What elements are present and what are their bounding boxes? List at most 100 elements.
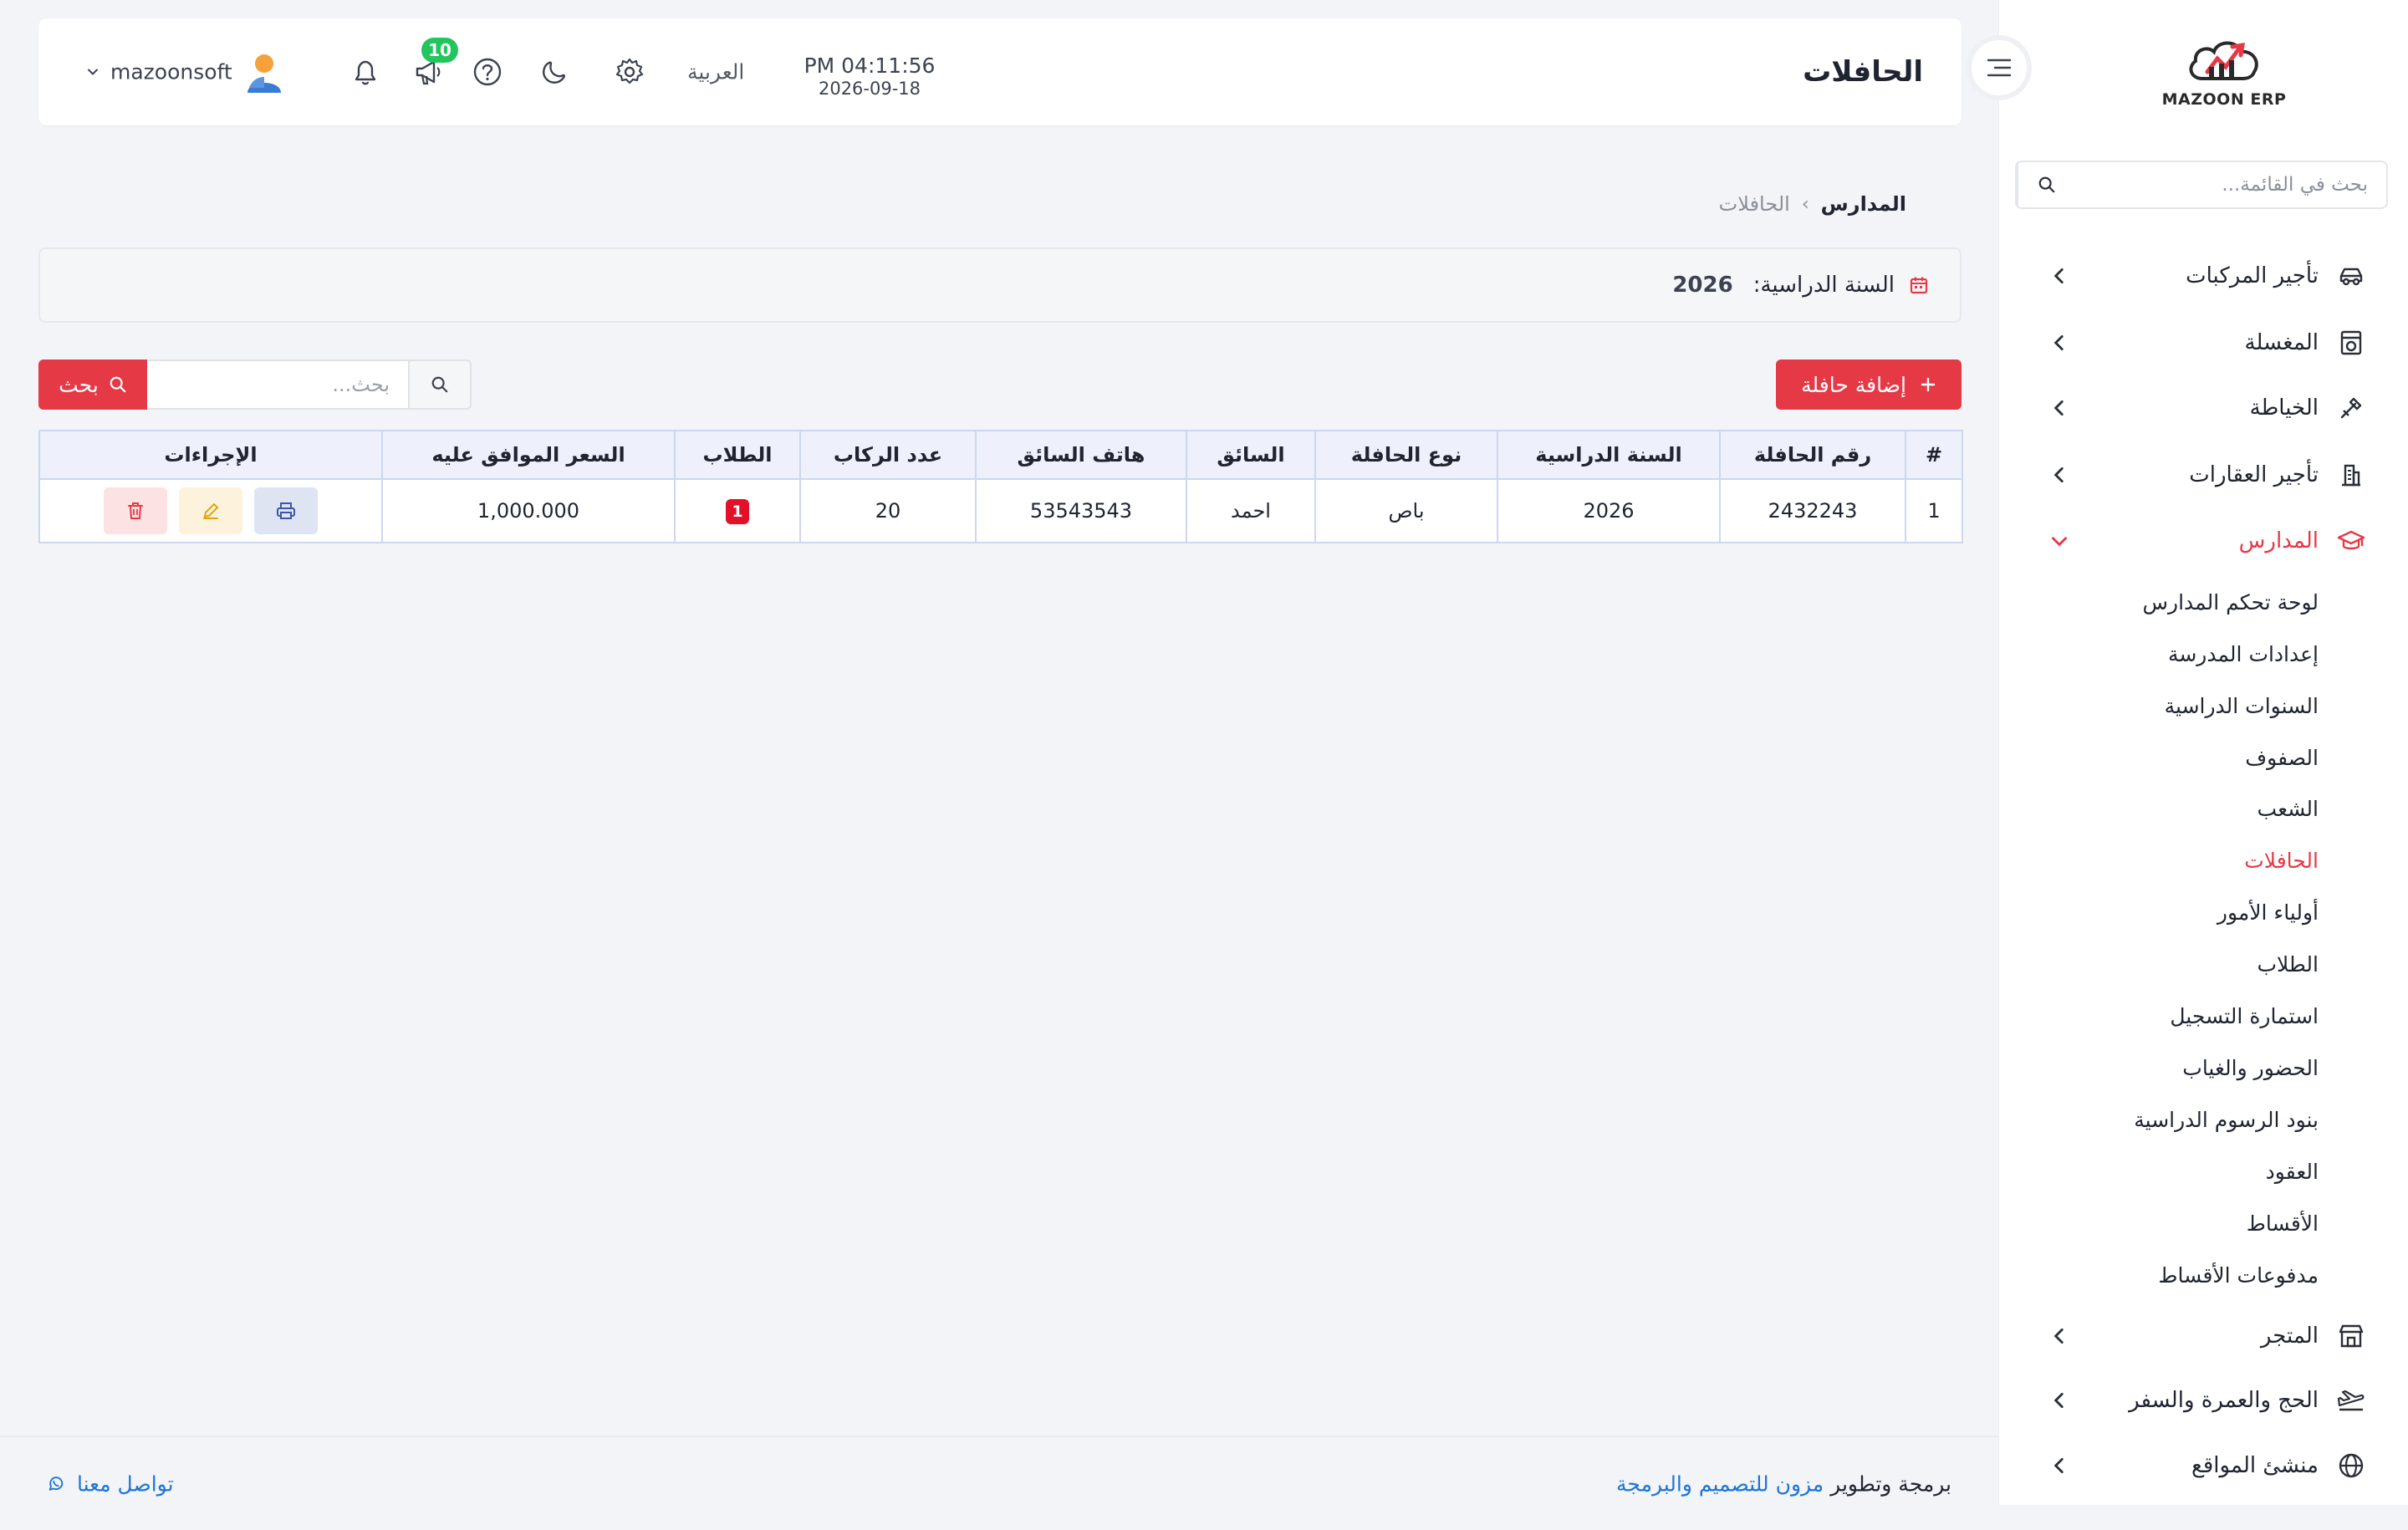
table-search-input[interactable]: [147, 360, 408, 410]
column-header[interactable]: الطلاب: [674, 430, 801, 480]
language-switcher[interactable]: العربية: [687, 60, 744, 84]
sidebar-item-sewing[interactable]: الخياطة: [1998, 383, 2408, 433]
search-icon: [110, 376, 126, 393]
submenu-contracts[interactable]: العقود: [2266, 1153, 2319, 1190]
print-button[interactable]: [254, 487, 318, 534]
store-icon: [2336, 1321, 2366, 1351]
table-row: 1 2432243 2026 باص احمد 53543543 20 1 1,…: [38, 478, 1963, 543]
delete-button[interactable]: [104, 487, 167, 534]
sidebar-item-label: تأجير المركبات: [2186, 263, 2319, 288]
submenu-sections[interactable]: الشعب: [2258, 790, 2319, 827]
table-header-row: # رقم الحافلة السنة الدراسية نوع الحافلة…: [38, 430, 1963, 480]
trash-icon: [128, 502, 143, 519]
user-menu[interactable]: mazoonsoft: [87, 60, 232, 84]
notification-count-badge: 10: [421, 38, 458, 63]
submenu-academic-years[interactable]: السنوات الدراسية: [2165, 687, 2319, 724]
cell-approved-price: 1,000.000: [381, 478, 676, 543]
sidebar-search-input[interactable]: [2075, 162, 2386, 207]
whatsapp-icon: [48, 1476, 64, 1491]
submenu-students[interactable]: الطلاب: [2257, 946, 2319, 982]
clock-date: 2026-09-18: [818, 79, 921, 99]
sidebar-item-property-rental[interactable]: تأجير العقارات: [1998, 450, 2408, 500]
graduation-cap-icon: [2336, 526, 2366, 556]
column-header: #: [1905, 430, 1963, 480]
settings-gear-icon[interactable]: [612, 54, 647, 89]
brand-logo[interactable]: MAZOON ERP: [2149, 33, 2299, 117]
chevron-left-icon: [2053, 467, 2064, 482]
sidebar-item-label: الحج والعمرة والسفر: [2129, 1388, 2319, 1413]
academic-year-label: السنة الدراسية:: [1752, 273, 1895, 298]
column-header[interactable]: هاتف السائق: [975, 430, 1187, 480]
sidebar-item-store[interactable]: المتجر: [1998, 1311, 2408, 1361]
sidebar-item-website-builder[interactable]: منشئ المواقع: [1998, 1441, 2408, 1491]
announcements-megaphone-icon[interactable]: 10: [411, 38, 458, 89]
sidebar-item-hajj-travel[interactable]: الحج والعمرة والسفر: [1998, 1375, 2408, 1425]
search-icon[interactable]: [2017, 162, 2075, 207]
footer: برمجة وتطوير مزون للتصميم والبرمجة تواصل…: [0, 1436, 1998, 1530]
car-icon: [2336, 261, 2366, 291]
table-search: بحث: [38, 360, 472, 410]
chevron-left-icon: [2053, 1329, 2064, 1344]
sidebar-item-label: منشئ المواقع: [2191, 1453, 2319, 1478]
cell-academic-year: 2026: [1497, 478, 1721, 543]
search-button[interactable]: بحث: [38, 360, 147, 410]
breadcrumb-separator: ›: [1801, 193, 1809, 215]
column-header[interactable]: نوع الحافلة: [1314, 430, 1498, 480]
column-header[interactable]: عدد الركاب: [799, 430, 977, 480]
contact-us-link[interactable]: تواصل معنا: [47, 1471, 174, 1496]
dark-mode-moon-icon[interactable]: [537, 54, 572, 89]
chevron-left-icon: [2053, 400, 2064, 416]
cell-index: 1: [1905, 478, 1963, 543]
contact-label: تواصل معنا: [77, 1471, 174, 1496]
globe-icon: [2336, 1451, 2366, 1481]
page-title: الحافلات: [1803, 55, 1923, 89]
sidebar-item-label: المتجر: [2260, 1323, 2319, 1349]
pencil-icon: [203, 503, 218, 519]
user-avatar[interactable]: [242, 49, 286, 94]
submenu-attendance[interactable]: الحضور والغياب: [2182, 1049, 2319, 1086]
submenu-buses[interactable]: الحافلات: [2244, 842, 2319, 879]
sidebar-item-laundry[interactable]: المغسلة: [1998, 318, 2408, 368]
students-count-badge[interactable]: 1: [726, 498, 749, 524]
add-bus-label: إضافة حافلة: [1801, 372, 1906, 397]
sidebar-item-vehicle-rental[interactable]: تأجير المركبات: [1998, 251, 2408, 301]
column-header[interactable]: السائق: [1186, 430, 1316, 480]
sidebar-toggle-button[interactable]: [1967, 35, 2032, 100]
submenu-tuition-items[interactable]: بنود الرسوم الدراسية: [2134, 1101, 2319, 1138]
notifications-bell-icon[interactable]: [348, 54, 383, 89]
submenu-registration-form[interactable]: استمارة التسجيل: [2170, 997, 2319, 1034]
column-header[interactable]: السنة الدراسية: [1497, 430, 1721, 480]
breadcrumb-current: الحافلات: [1718, 192, 1790, 216]
laundry-icon: [2336, 328, 2366, 358]
add-bus-button[interactable]: إضافة حافلة: [1776, 360, 1962, 410]
credit-link[interactable]: مزون للتصميم والبرمجة: [1616, 1471, 1824, 1496]
printer-icon: [277, 502, 295, 519]
submenu-installments[interactable]: الأقساط: [2247, 1205, 2319, 1242]
sidebar-search: [2015, 161, 2388, 209]
chevron-left-icon: [2053, 1458, 2064, 1473]
plane-icon: [2336, 1385, 2366, 1415]
cell-bus-type: باص: [1314, 478, 1498, 543]
breadcrumb-schools[interactable]: المدارس: [1821, 192, 1906, 216]
sidebar: MAZOON ERP تأجير المركبات المغسلة الخياط…: [1998, 0, 2408, 1505]
cell-students: 1: [674, 478, 801, 543]
plus-icon: [1921, 377, 1936, 392]
help-icon[interactable]: [470, 54, 505, 89]
cell-driver-phone: 53543543: [975, 478, 1187, 543]
submenu-installment-payments[interactable]: مدفوعات الأقساط: [2158, 1257, 2319, 1293]
submenu-guardians[interactable]: أولياء الأمور: [2217, 894, 2319, 931]
cell-passengers: 20: [799, 478, 977, 543]
building-icon: [2336, 460, 2366, 490]
edit-button[interactable]: [179, 487, 242, 534]
clock: PM 04:11:56 2026-09-18: [794, 54, 945, 99]
submenu-school-settings[interactable]: إعدادات المدرسة: [2168, 635, 2319, 672]
academic-year-card: السنة الدراسية: 2026: [38, 247, 1962, 323]
cell-driver: احمد: [1186, 478, 1316, 543]
column-header[interactable]: رقم الحافلة: [1719, 430, 1906, 480]
sidebar-item-label: الخياطة: [2249, 395, 2319, 421]
menu-icon: [1987, 59, 2012, 77]
submenu-grades[interactable]: الصفوف: [2245, 739, 2319, 776]
column-header[interactable]: السعر الموافق عليه: [381, 430, 676, 480]
sidebar-item-schools[interactable]: المدارس: [1998, 516, 2408, 566]
submenu-schools-dashboard[interactable]: لوحة تحكم المدارس: [2143, 584, 2319, 620]
